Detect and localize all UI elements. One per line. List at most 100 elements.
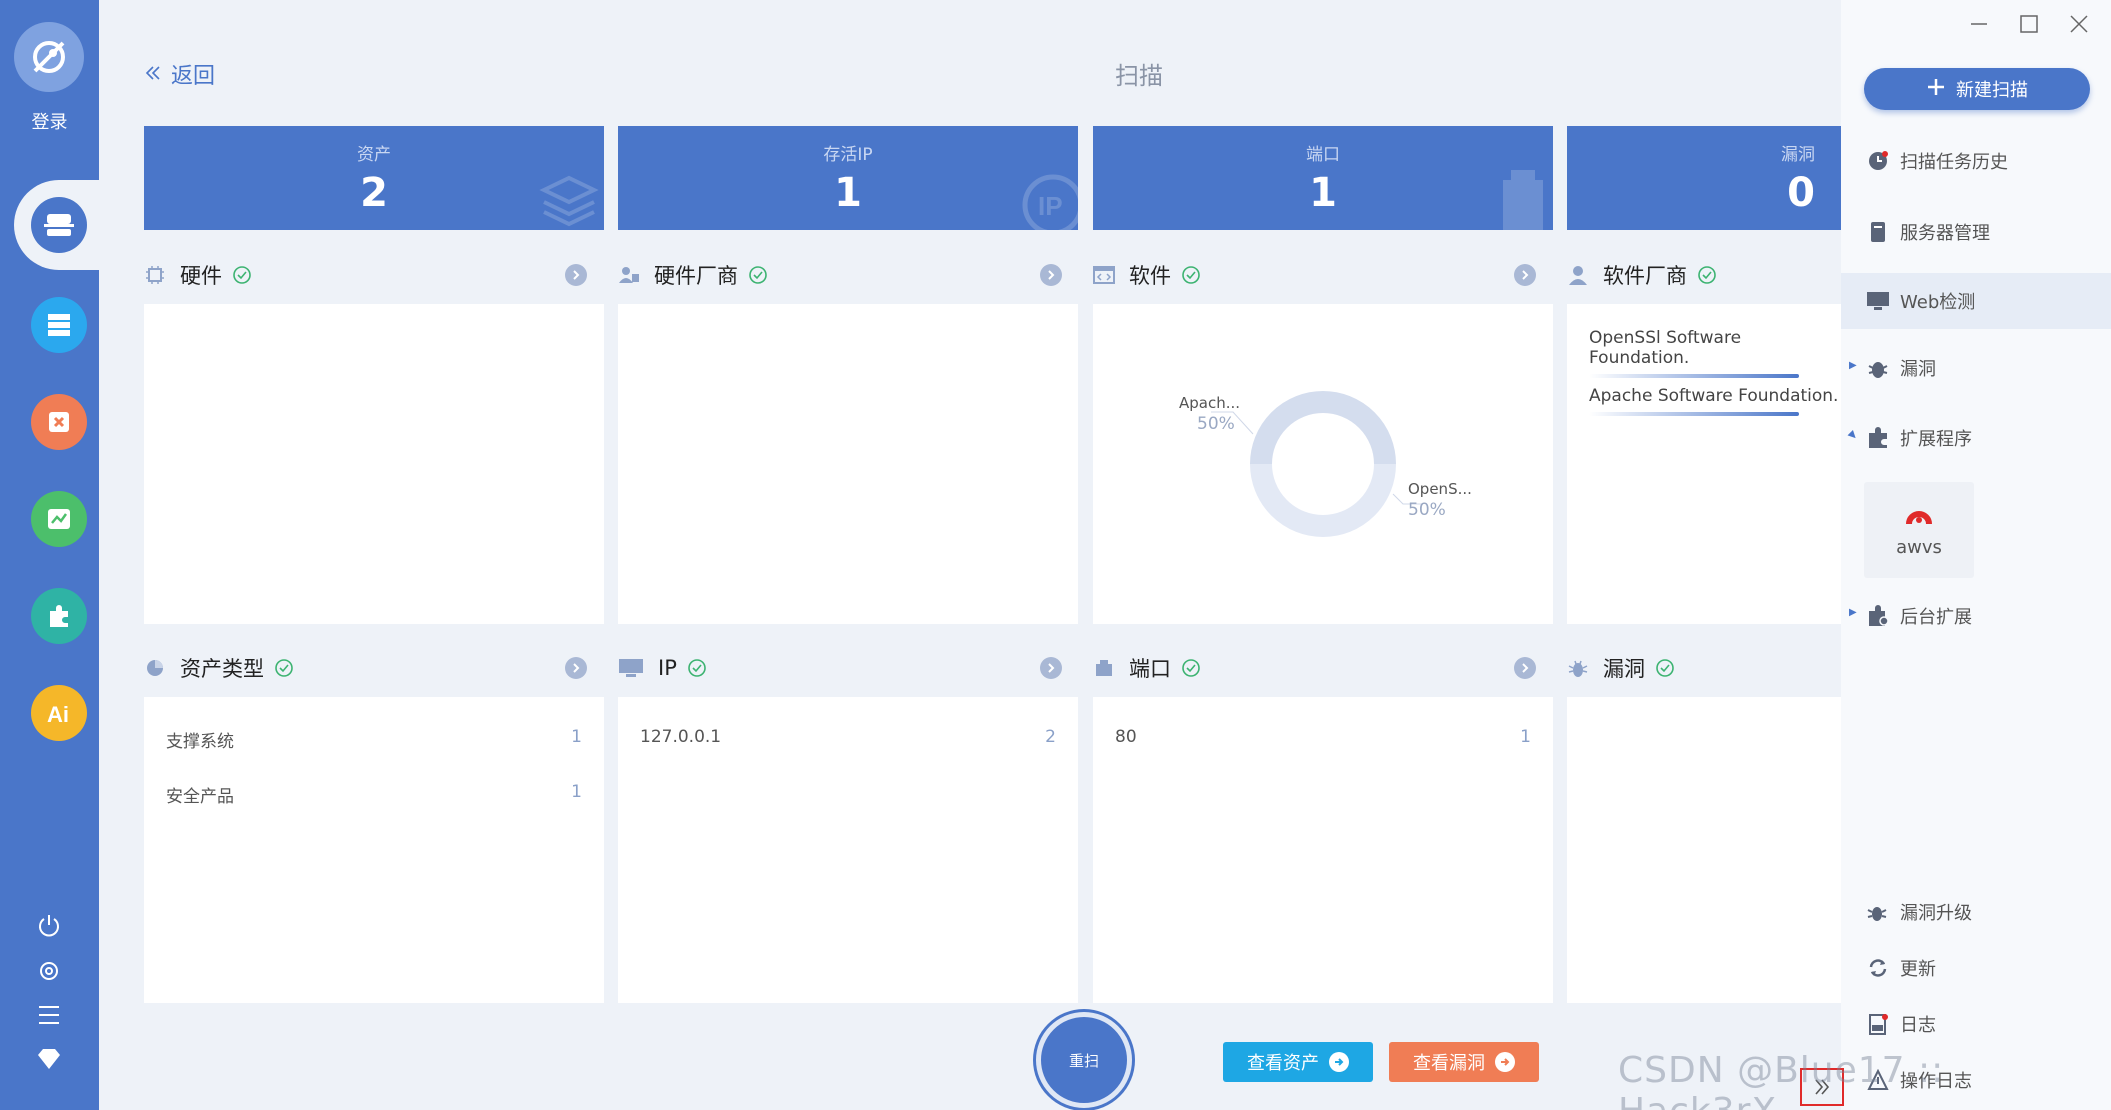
section-hardware-vendor-arrow-icon[interactable] <box>1040 264 1062 286</box>
menu-label: Web检测 <box>1900 292 1976 313</box>
port-panel: 80 1 <box>1093 697 1553 1003</box>
menu-backend-extensions[interactable]: 后台扩展 <box>1841 588 2111 644</box>
button-label: 查看漏洞 <box>1413 1053 1485 1074</box>
back-label: 返回 <box>171 64 216 89</box>
pie-icon <box>144 657 166 679</box>
button-label: 新建扫描 <box>1956 80 2028 101</box>
section-port-header: 端口 <box>1093 653 1201 683</box>
watermark-text: CSDN @Blue17 :: Hack3rX <box>1618 1050 1945 1110</box>
vendor-name: Apache Software Foundation. <box>1589 386 1839 406</box>
check-circle-icon <box>688 659 706 677</box>
stat-card-assets[interactable]: 资产 2 <box>144 126 604 230</box>
login-link[interactable]: 登录 <box>0 108 99 134</box>
nav-ai-icon[interactable]: Ai <box>31 685 87 741</box>
menu-log[interactable]: 日志 <box>1841 996 2111 1052</box>
check-circle-icon <box>233 266 251 284</box>
menu-vuln-upgrade[interactable]: 漏洞升级 <box>1841 884 2111 940</box>
section-hardware-vendor-header: 硬件厂商 <box>618 260 768 290</box>
stat-card-live-ip[interactable]: 存活IP 1 IP <box>618 126 1078 230</box>
list-item[interactable]: 80 1 <box>1115 727 1531 751</box>
view-vulns-button[interactable]: 查看漏洞 <box>1389 1042 1539 1082</box>
vendor-icon <box>618 264 640 286</box>
donut-slice[interactable] <box>1250 391 1396 465</box>
menu-label: 更新 <box>1900 959 1936 980</box>
maximize-icon[interactable] <box>2017 12 2041 36</box>
settings-gear-icon[interactable] <box>34 956 64 986</box>
list-item[interactable]: 安全产品 1 <box>166 782 582 807</box>
puzzle-gear-icon <box>1866 604 1890 628</box>
minimize-icon[interactable] <box>1967 12 1991 36</box>
menu-update[interactable]: 更新 <box>1841 940 2111 996</box>
section-ip-header: IP <box>618 653 707 683</box>
stat-label: 漏洞 <box>1781 145 1815 165</box>
right-sidebar: 新建扫描 扫描任务历史 服务器管理 Web检测 ▶ 漏洞 ▶ 扩展程序 awvs… <box>1841 0 2111 1110</box>
menu-scan-history[interactable]: 扫描任务历史 <box>1841 133 2111 189</box>
check-circle-icon <box>1182 266 1200 284</box>
monitor-icon <box>1866 289 1890 313</box>
section-hardware-arrow-icon[interactable] <box>565 264 587 286</box>
check-circle-icon <box>1182 659 1200 677</box>
section-port-arrow-icon[interactable] <box>1514 657 1536 679</box>
software-chart-panel: Apach... 50% OpenS... 50% <box>1093 304 1553 624</box>
chart-label-name: OpenS... <box>1408 480 1472 498</box>
arrow-right-circle-icon <box>1329 1052 1349 1072</box>
view-assets-button[interactable]: 查看资产 <box>1223 1042 1373 1082</box>
nav-server-icon[interactable] <box>31 297 87 353</box>
menu-web-detection[interactable]: Web检测 <box>1841 273 2111 329</box>
menu-extensions[interactable]: 扩展程序 <box>1841 410 2111 466</box>
hardware-vendor-panel <box>618 304 1078 624</box>
diamond-icon[interactable] <box>34 1044 64 1074</box>
puzzle-icon <box>1866 426 1890 450</box>
item-name: 安全产品 <box>166 787 234 807</box>
new-scan-button[interactable]: 新建扫描 <box>1864 68 2090 110</box>
section-title: 漏洞 <box>1603 657 1645 681</box>
vendor-item[interactable]: OpenSSl Software Foundation. <box>1589 328 1841 378</box>
power-icon[interactable] <box>34 910 64 940</box>
awvs-plugin-tile[interactable]: awvs <box>1864 482 1974 578</box>
button-label: 查看资产 <box>1247 1053 1319 1074</box>
ip-panel: 127.0.0.1 2 <box>618 697 1078 1003</box>
chart-label-name: Apach... <box>1179 394 1241 412</box>
item-count: 1 <box>571 782 582 802</box>
vendor-item[interactable]: Apache Software Foundation. <box>1589 386 1838 416</box>
check-circle-icon <box>1698 266 1716 284</box>
menu-vuln[interactable]: 漏洞 <box>1841 340 2111 396</box>
nav-monitor-icon[interactable] <box>31 491 87 547</box>
app-logo-icon[interactable] <box>14 22 84 92</box>
item-count: 1 <box>571 727 582 747</box>
check-circle-icon <box>749 266 767 284</box>
page-title: 扫描 <box>1115 62 1163 90</box>
section-software-arrow-icon[interactable] <box>1514 264 1536 286</box>
bug-icon <box>1866 356 1890 380</box>
item-name: 80 <box>1115 727 1137 747</box>
menu-server-management[interactable]: 服务器管理 <box>1841 204 2111 260</box>
section-asset-type-arrow-icon[interactable] <box>565 657 587 679</box>
double-chevron-left-icon <box>145 62 161 87</box>
list-item[interactable]: 127.0.0.1 2 <box>640 727 1056 751</box>
rescan-button[interactable]: 重扫 <box>1036 1012 1132 1108</box>
donut-slice[interactable] <box>1250 463 1396 537</box>
vendor-name: OpenSSl Software Foundation. <box>1589 328 1742 368</box>
list-item[interactable]: 支撑系统 1 <box>166 727 582 752</box>
nav-vuln-icon[interactable] <box>31 394 87 450</box>
stat-card-ports[interactable]: 端口 1 <box>1093 126 1553 230</box>
back-link[interactable]: 返回 <box>145 58 215 90</box>
section-asset-type-header: 资产类型 <box>144 653 294 683</box>
stat-card-vulns[interactable]: 漏洞 0 <box>1567 126 1841 230</box>
item-name: 支撑系统 <box>166 732 234 752</box>
section-title: 软件 <box>1129 264 1171 288</box>
vendor-bar <box>1589 374 1799 378</box>
nav-scan-icon[interactable] <box>31 197 87 253</box>
network-port-icon <box>1093 657 1115 679</box>
close-icon[interactable] <box>2067 12 2091 36</box>
plugin-label: awvs <box>1896 537 1942 558</box>
menu-icon[interactable] <box>34 1000 64 1030</box>
awvs-logo-icon <box>1905 502 1933 531</box>
item-count: 1 <box>1520 727 1531 747</box>
code-window-icon <box>1093 264 1115 286</box>
section-ip-arrow-icon[interactable] <box>1040 657 1062 679</box>
layers-icon <box>539 175 599 227</box>
nav-plugin-icon[interactable] <box>31 588 87 644</box>
monitor-icon <box>618 657 644 679</box>
software-donut-chart[interactable] <box>1093 304 1553 624</box>
